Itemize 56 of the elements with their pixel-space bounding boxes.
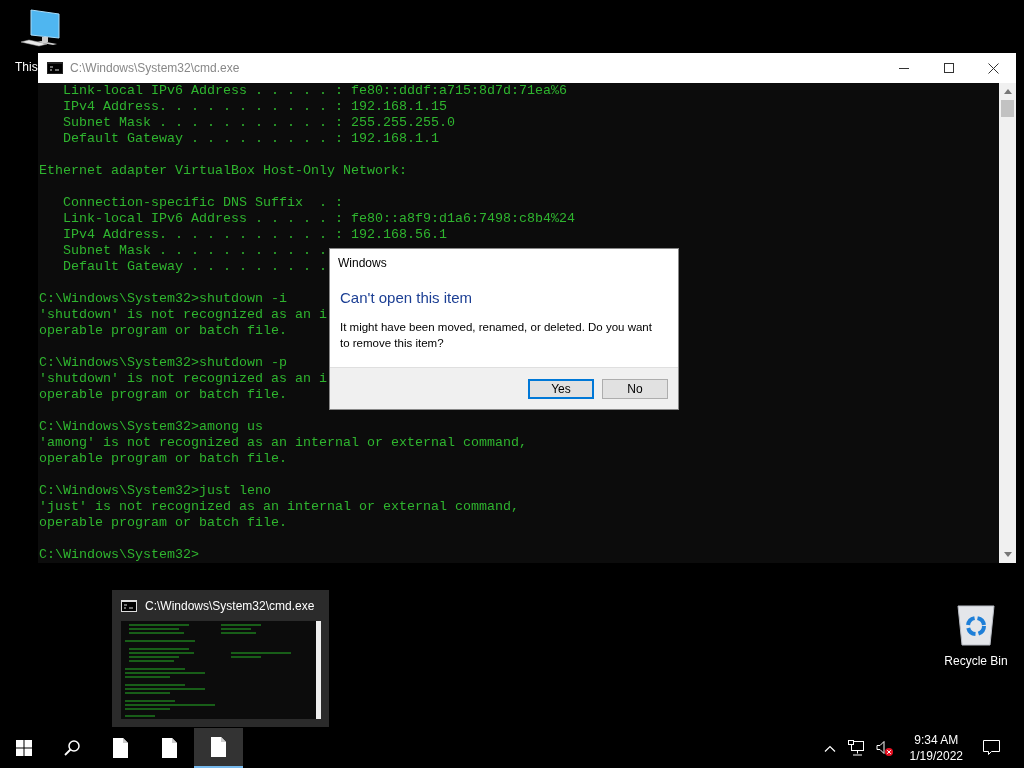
console-line: operable program or batch file. xyxy=(39,515,287,531)
dialog-button[interactable]: No xyxy=(602,378,668,399)
scroll-down-icon[interactable] xyxy=(1003,552,1012,557)
minimize-icon xyxy=(898,67,909,69)
recycle-bin-icon[interactable] xyxy=(955,602,997,646)
document-icon xyxy=(113,738,128,758)
network-icon[interactable] xyxy=(847,740,864,756)
console-line: C:\Windows\System32>shutdown -p xyxy=(39,355,287,371)
console-line: Subnet Mask . . . . . . . . . . . : 255.255.255.0 xyxy=(62,115,455,131)
taskbar-app-button[interactable] xyxy=(194,728,243,768)
dialog-message: It might have been moved, renamed, or deleted. Do you want to remove this item? xyxy=(339,320,653,351)
desktop-icon-label: Recycle Bin xyxy=(944,654,1008,668)
console-line: IPv4 Address. . . . . . . . . . . : 192.168.1.15 xyxy=(62,99,447,115)
document-icon xyxy=(162,738,177,758)
scroll-up-icon[interactable] xyxy=(1003,89,1012,94)
close-icon xyxy=(988,62,999,74)
chevron-up-icon[interactable] xyxy=(823,744,836,752)
clock-time: 9:34 AM xyxy=(914,732,959,748)
console-icon xyxy=(47,62,63,74)
console-line: 'just' is not recognized as an internal or external command, xyxy=(39,499,519,515)
console-line: Subnet Mask . . . . . . . . . . . xyxy=(62,243,327,259)
thumbnail-preview[interactable]: C:\Windows\System32\cmd.exe xyxy=(112,590,329,727)
scrollbar[interactable] xyxy=(999,83,1016,563)
console-line: Default Gateway . . . . . . . . . : 192.168.1.1 xyxy=(62,131,439,147)
console-line: Default Gateway . . . . . . . . . xyxy=(62,259,327,275)
console-line: operable program or batch file. xyxy=(39,323,287,339)
console-line: operable program or batch file. xyxy=(39,387,287,403)
maximize-icon xyxy=(943,63,954,73)
console-line: C:\Windows\System32> xyxy=(39,547,199,563)
dialog-button[interactable]: Yes xyxy=(528,378,594,399)
console-line: operable program or batch file. xyxy=(39,451,287,467)
search-icon xyxy=(64,740,80,756)
console-line: C:\Windows\System32>among us xyxy=(39,419,263,435)
windows-logo-icon xyxy=(16,740,32,756)
document-icon xyxy=(211,737,226,757)
notification-icon[interactable] xyxy=(983,740,1000,756)
console-line: 'among' is not recognized as an internal or external command, xyxy=(39,435,527,451)
console-line: C:\Windows\System32>just leno xyxy=(39,483,271,499)
console-icon xyxy=(121,600,137,612)
console-line: 'shutdown' is not recognized as an i xyxy=(39,307,327,323)
console-line: Ethernet adapter VirtualBox Host-Only Network: xyxy=(39,163,407,179)
clock-date: 1/19/2022 xyxy=(909,748,963,764)
clock[interactable]: 9:34 AM 1/19/2022 xyxy=(909,732,963,764)
console-line: 'shutdown' is not recognized as an i xyxy=(39,371,327,387)
console-line: IPv4 Address. . . . . . . . . . . : 192.168.56.1 xyxy=(62,227,447,243)
thumbnail-title: C:\Windows\System32\cmd.exe xyxy=(145,599,315,613)
window-title: C:\Windows\System32\cmd.exe xyxy=(70,61,240,75)
console-line: Link-local IPv6 Address . . . . . : fe80::a8f9:d1a6:7498:c8b4%24 xyxy=(62,211,575,227)
muted-speaker-icon[interactable] xyxy=(875,740,894,756)
desktop-icon-label: This xyxy=(15,60,38,74)
console-line: C:\Windows\System32>shutdown -i xyxy=(39,291,287,307)
console-line: Link-local IPv6 Address . . . . . : fe80::dddf:a715:8d7d:71ea%6 xyxy=(62,83,567,99)
dialog-heading: Can't open this item xyxy=(339,288,474,306)
scrollbar-thumb[interactable] xyxy=(1001,100,1014,117)
dialog-title: Windows xyxy=(337,255,388,270)
console-line: Connection-specific DNS Suffix . : xyxy=(62,195,343,211)
